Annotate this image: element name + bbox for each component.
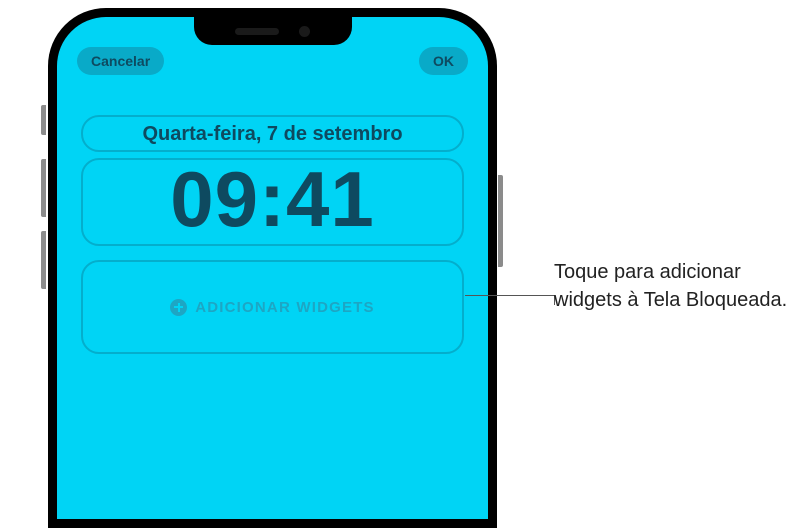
phone-side-buttons-left [41, 105, 46, 303]
volume-up-button [41, 159, 46, 217]
cancel-button[interactable]: Cancelar [77, 47, 164, 75]
silence-switch [41, 105, 46, 135]
time-text: 09:41 [170, 155, 375, 243]
lockscreen-editor-content: Quarta-feira, 7 de setembro 09:41 ADICIO… [81, 115, 464, 354]
add-widgets-label: ADICIONAR WIDGETS [195, 299, 375, 316]
date-widget-slot[interactable]: Quarta-feira, 7 de setembro [81, 115, 464, 152]
date-text: Quarta-feira, 7 de setembro [142, 123, 402, 145]
phone-notch [194, 17, 352, 45]
volume-down-button [41, 231, 46, 289]
editor-top-bar: Cancelar OK [77, 47, 468, 75]
add-widgets-button[interactable]: ADICIONAR WIDGETS [81, 260, 464, 354]
callout-leader-line [465, 295, 554, 296]
callout-text: Toque para adicionar widgets à Tela Bloq… [554, 258, 795, 314]
phone-frame: Cancelar OK Quarta-feira, 7 de setembro … [48, 8, 497, 528]
phone-screen: Cancelar OK Quarta-feira, 7 de setembro … [57, 17, 488, 519]
done-button[interactable]: OK [419, 47, 468, 75]
time-widget-slot[interactable]: 09:41 [81, 158, 464, 246]
plus-circle-icon [170, 299, 187, 316]
phone-side-button-right [498, 175, 503, 267]
